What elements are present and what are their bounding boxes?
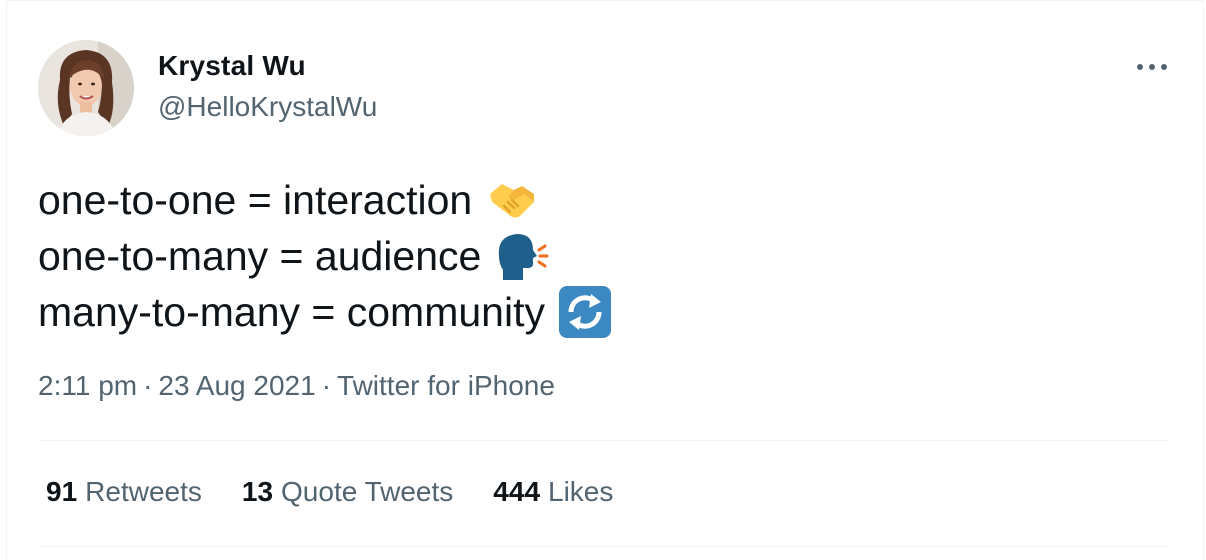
likes-label: Likes	[548, 476, 614, 507]
tweet-line-text: one-to-one = interaction	[38, 177, 473, 223]
author-display-name[interactable]: Krystal Wu	[158, 50, 306, 82]
retweets-count: 91	[46, 476, 78, 507]
handshake-icon	[484, 172, 540, 228]
tweet-date[interactable]: 23 Aug 2021	[158, 370, 315, 401]
retweets-stat[interactable]: 91 Retweets	[46, 476, 202, 508]
likes-stat[interactable]: 444 Likes	[493, 476, 613, 508]
tweet-line: many-to-many = community	[38, 284, 1168, 340]
tweet-line-text: one-to-many = audience	[38, 233, 482, 279]
quote-tweets-count: 13	[241, 476, 274, 507]
author-handle[interactable]: @HelloKrystalWu	[158, 91, 377, 123]
tweet-metadata: 2:11 pm · 23 Aug 2021 · Twitter for iPhone	[38, 370, 555, 402]
tweet-line-text: many-to-many = community	[38, 289, 545, 335]
meta-separator: ·	[143, 370, 153, 401]
retweets-label: Retweets	[85, 476, 202, 507]
tweet-card: Krystal Wu @HelloKrystalWu one-to-one = …	[0, 0, 1206, 560]
tweet-source-link[interactable]: Twitter for iPhone	[337, 370, 555, 401]
speaking-head-icon	[493, 228, 549, 284]
counterclockwise-arrows-icon	[557, 284, 613, 340]
card-border	[1203, 0, 1204, 560]
meta-separator: ·	[321, 370, 332, 401]
card-border	[6, 0, 7, 560]
quote-tweets-stat[interactable]: 13 Quote Tweets	[242, 476, 453, 508]
engagement-stats: 91 Retweets 13 Quote Tweets 444 Likes	[46, 476, 653, 508]
card-border	[6, 0, 1204, 1]
ellipsis-icon	[1137, 64, 1167, 70]
avatar[interactable]	[38, 40, 134, 136]
avatar-image	[38, 40, 134, 136]
tweet-line: one-to-one = interaction	[38, 172, 1168, 228]
tweet-text: one-to-one = interaction one-to-many = a…	[38, 172, 1168, 340]
tweet-time[interactable]: 2:11 pm	[38, 370, 137, 401]
tweet-line: one-to-many = audience	[38, 228, 1168, 284]
divider	[38, 546, 1170, 547]
quote-tweets-label: Quote Tweets	[281, 476, 454, 507]
more-options-button[interactable]	[1132, 56, 1172, 78]
divider	[38, 440, 1170, 441]
likes-count: 444	[493, 476, 541, 507]
